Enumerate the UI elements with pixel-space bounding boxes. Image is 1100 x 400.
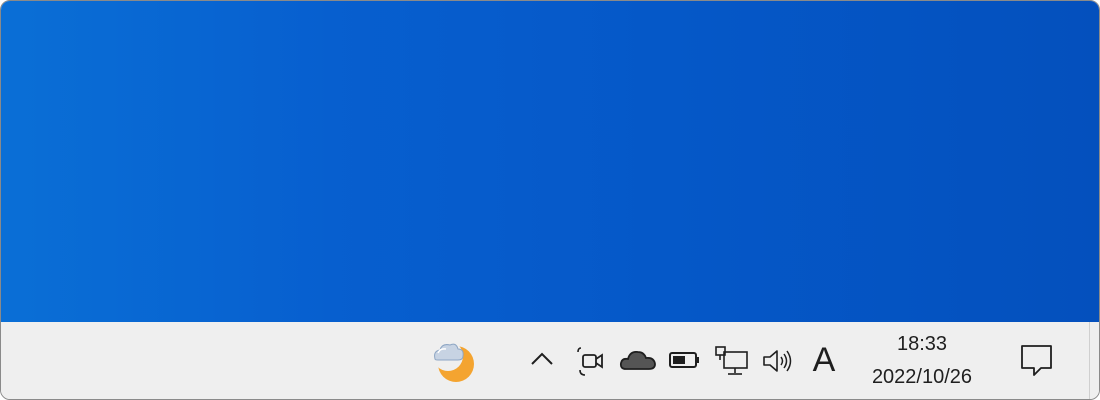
- ime-input-mode[interactable]: A: [807, 338, 841, 382]
- onedrive-status[interactable]: [619, 346, 657, 374]
- show-hidden-icons-button[interactable]: [527, 344, 557, 374]
- clock-time: 18:33: [896, 333, 948, 355]
- ime-mode-label: A: [812, 340, 836, 379]
- camera-in-use-icon: [577, 347, 603, 376]
- notification-center-button[interactable]: [1017, 342, 1057, 380]
- battery-icon: [669, 352, 699, 368]
- clock-date-text: 2022/10/26: [871, 366, 973, 388]
- chevron-up-icon: [531, 352, 553, 365]
- notification-center-icon: [1021, 345, 1052, 376]
- desktop-wallpaper: [1, 1, 1099, 322]
- screenshot-frame: A 18:33 2022/10/26: [0, 0, 1100, 400]
- onedrive-cloud-icon: [619, 350, 656, 370]
- weather-widget[interactable]: [429, 337, 481, 383]
- volume-control[interactable]: [760, 346, 796, 376]
- wired-network-icon: [715, 346, 748, 375]
- camera-in-use-indicator[interactable]: [576, 344, 608, 378]
- battery-status[interactable]: [667, 348, 703, 372]
- speaker-volume-icon: [763, 350, 792, 372]
- network-status[interactable]: [713, 344, 751, 378]
- taskbar: A 18:33 2022/10/26: [1, 322, 1099, 399]
- clock-date[interactable]: 18:33 2022/10/26: [853, 328, 991, 394]
- weather-partly-cloudy-night-icon: [433, 341, 474, 382]
- taskbar-edge-divider: [1089, 322, 1090, 399]
